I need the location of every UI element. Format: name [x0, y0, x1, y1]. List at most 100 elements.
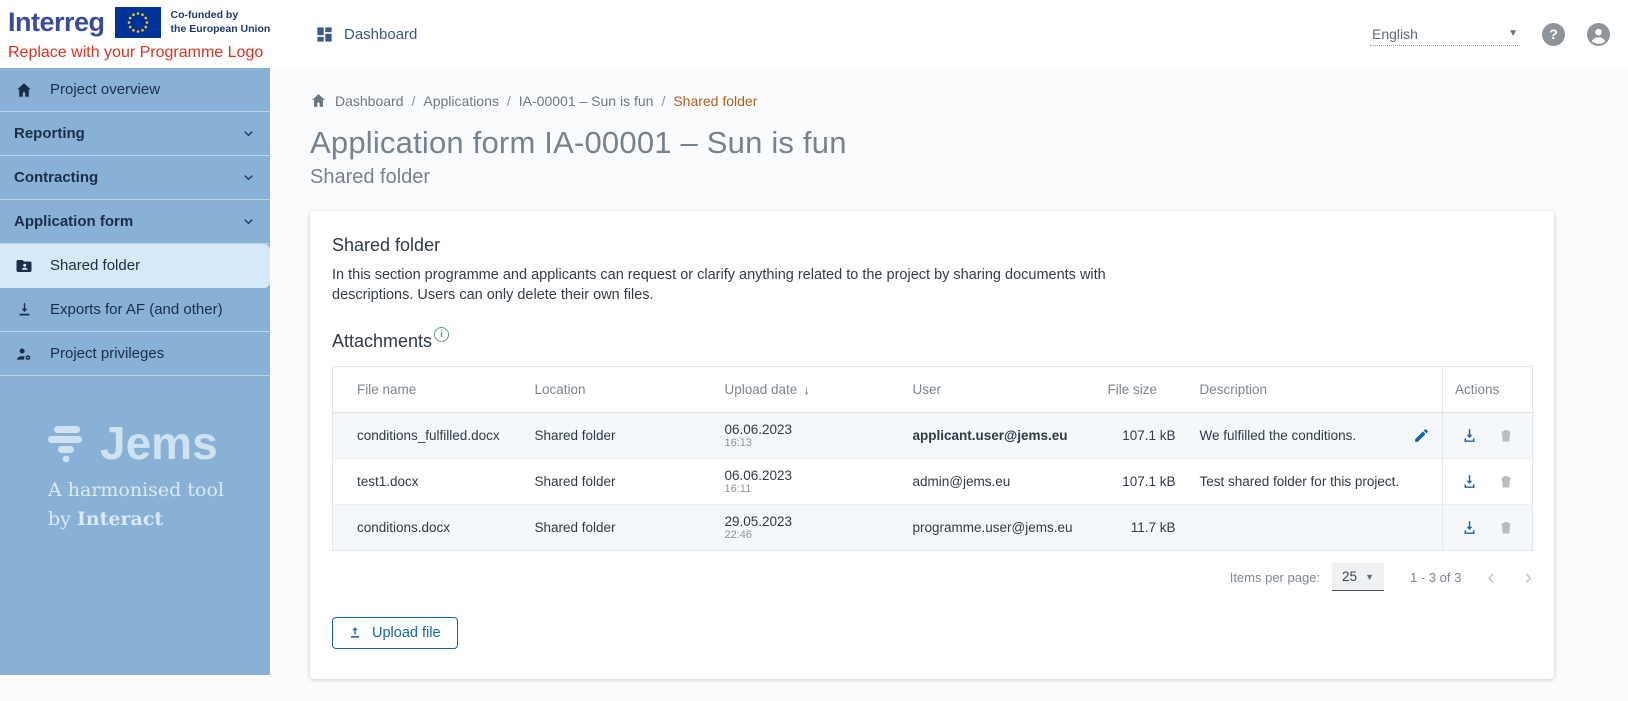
table-row: test1.docx Shared folder 06.06.2023 16:1… — [333, 459, 1533, 505]
delete-file-icon[interactable] — [1498, 473, 1514, 490]
card-description: In this section programme and applicants… — [332, 266, 1142, 305]
upload-icon — [347, 625, 363, 641]
sidebar-item-label: Project privileges — [50, 345, 258, 362]
home-icon — [14, 81, 34, 99]
jems-tagline: A harmonised tool by Interact — [48, 476, 270, 533]
items-per-page-label: Items per page: — [1230, 570, 1320, 585]
column-user[interactable]: User — [901, 367, 1096, 413]
eu-flag-icon — [115, 7, 161, 38]
cell-actions — [1443, 505, 1533, 551]
cell-description — [1188, 505, 1443, 551]
cell-description: Test shared folder for this project. — [1188, 459, 1443, 505]
sidebar-item-label: Exports for AF (and other) — [50, 301, 258, 318]
paginator-range: 1 - 3 of 3 — [1410, 570, 1461, 585]
next-page-icon[interactable]: › — [1525, 566, 1532, 588]
items-per-page-select[interactable]: 25 ▼ — [1332, 563, 1384, 591]
language-selected: English — [1372, 26, 1418, 42]
sidebar-item-label: Reporting — [14, 125, 222, 142]
column-file-name[interactable]: File name — [333, 367, 523, 413]
shared-folder-card: Shared folder In this section programme … — [310, 211, 1554, 679]
manage-accounts-icon — [14, 345, 34, 363]
table-header-row: File name Location Upload date↓ User Fil… — [333, 367, 1533, 413]
breadcrumb-current: Shared folder — [673, 93, 757, 109]
sidebar-item-application-form[interactable]: Application form — [0, 200, 270, 244]
paginator: Items per page: 25 ▼ 1 - 3 of 3 ‹ › — [332, 563, 1532, 591]
sidebar-item-shared-folder[interactable]: Shared folder — [0, 244, 270, 288]
sidebar-item-label: Application form — [14, 213, 222, 230]
previous-page-icon[interactable]: ‹ — [1487, 566, 1494, 588]
cell-upload-date: 29.05.2023 22:46 — [713, 505, 901, 551]
download-file-icon[interactable] — [1461, 519, 1478, 536]
nav-dashboard-label: Dashboard — [344, 26, 417, 43]
sidebar-item-label: Project overview — [50, 81, 258, 98]
nav-dashboard[interactable]: Dashboard — [314, 25, 417, 44]
column-upload-date[interactable]: Upload date↓ — [713, 367, 901, 413]
cell-user: programme.user@jems.eu — [901, 505, 1096, 551]
interreg-logo: Interreg — [8, 7, 105, 38]
breadcrumb-home-icon[interactable] — [310, 92, 327, 109]
cell-location: Shared folder — [523, 505, 713, 551]
sidebar-item-project-overview[interactable]: Project overview — [0, 68, 270, 112]
main-content: Dashboard / Applications / IA-00001 – Su… — [270, 68, 1628, 679]
card-heading: Shared folder — [332, 235, 1532, 256]
download-file-icon[interactable] — [1461, 427, 1478, 444]
sidebar-item-project-privileges[interactable]: Project privileges — [0, 332, 270, 376]
help-icon[interactable]: ? — [1542, 23, 1565, 46]
cell-user: applicant.user@jems.eu — [901, 413, 1096, 459]
delete-file-icon[interactable] — [1498, 519, 1514, 536]
shared-folder-icon — [14, 257, 34, 275]
cell-file-size: 107.1 kB — [1096, 459, 1188, 505]
sidebar: Project overview Reporting Contracting A… — [0, 68, 270, 675]
cell-upload-date: 06.06.2023 16:11 — [713, 459, 901, 505]
attachments-heading: Attachments — [332, 331, 432, 352]
jems-logo: Jems A harmonised tool by Interact — [48, 420, 270, 533]
cell-location: Shared folder — [523, 413, 713, 459]
breadcrumb-item-dashboard[interactable]: Dashboard — [335, 93, 404, 109]
breadcrumb-item-applications[interactable]: Applications — [423, 93, 499, 109]
cell-user: admin@jems.eu — [901, 459, 1096, 505]
eu-cofunded-text: Co-funded by the European Union — [171, 9, 271, 35]
cell-file-size: 11.7 kB — [1096, 505, 1188, 551]
sort-desc-icon: ↓ — [803, 382, 810, 397]
chevron-down-icon — [238, 214, 258, 229]
cell-file-size: 107.1 kB — [1096, 413, 1188, 459]
page-subtitle: Shared folder — [310, 166, 1628, 189]
info-icon[interactable]: i — [434, 327, 449, 342]
cell-file-name: test1.docx — [333, 459, 523, 505]
table-row: conditions_fulfilled.docx Shared folder … — [333, 413, 1533, 459]
cell-upload-date: 06.06.2023 16:13 — [713, 413, 901, 459]
page-title: Application form IA-00001 – Sun is fun — [310, 125, 1628, 161]
attachments-table: File name Location Upload date↓ User Fil… — [332, 366, 1533, 551]
account-icon[interactable] — [1587, 23, 1610, 46]
upload-file-button[interactable]: Upload file — [332, 617, 458, 649]
sidebar-item-exports[interactable]: Exports for AF (and other) — [0, 288, 270, 332]
column-location[interactable]: Location — [523, 367, 713, 413]
jems-wordmark: Jems — [100, 423, 218, 464]
chevron-down-icon — [238, 170, 258, 185]
download-file-icon[interactable] — [1461, 473, 1478, 490]
table-row: conditions.docx Shared folder 29.05.2023… — [333, 505, 1533, 551]
column-file-size[interactable]: File size — [1096, 367, 1188, 413]
breadcrumb: Dashboard / Applications / IA-00001 – Su… — [310, 92, 1628, 109]
cell-location: Shared folder — [523, 459, 713, 505]
column-description[interactable]: Description — [1188, 367, 1443, 413]
programme-logo-block: Interreg Co-funded by the European Union… — [0, 0, 292, 62]
sidebar-item-label: Shared folder — [50, 257, 258, 274]
dashboard-grid-icon — [314, 25, 334, 44]
chevron-down-icon: ▼ — [1508, 28, 1518, 39]
language-select[interactable]: English ▼ — [1370, 23, 1520, 46]
sidebar-item-contracting[interactable]: Contracting — [0, 156, 270, 200]
top-header: Interreg Co-funded by the European Union… — [0, 0, 1628, 68]
delete-file-icon[interactable] — [1498, 427, 1514, 444]
sidebar-item-reporting[interactable]: Reporting — [0, 112, 270, 156]
cell-actions — [1443, 413, 1533, 459]
cell-file-name: conditions_fulfilled.docx — [333, 413, 523, 459]
chevron-down-icon: ▼ — [1365, 572, 1374, 582]
jems-hive-icon — [48, 420, 92, 464]
sidebar-item-label: Contracting — [14, 169, 222, 186]
breadcrumb-item-project[interactable]: IA-00001 – Sun is fun — [519, 93, 654, 109]
cell-actions — [1443, 459, 1533, 505]
edit-description-icon[interactable] — [1413, 427, 1430, 444]
programme-logo-placeholder: Replace with your Programme Logo — [8, 44, 292, 62]
download-icon — [14, 301, 34, 318]
